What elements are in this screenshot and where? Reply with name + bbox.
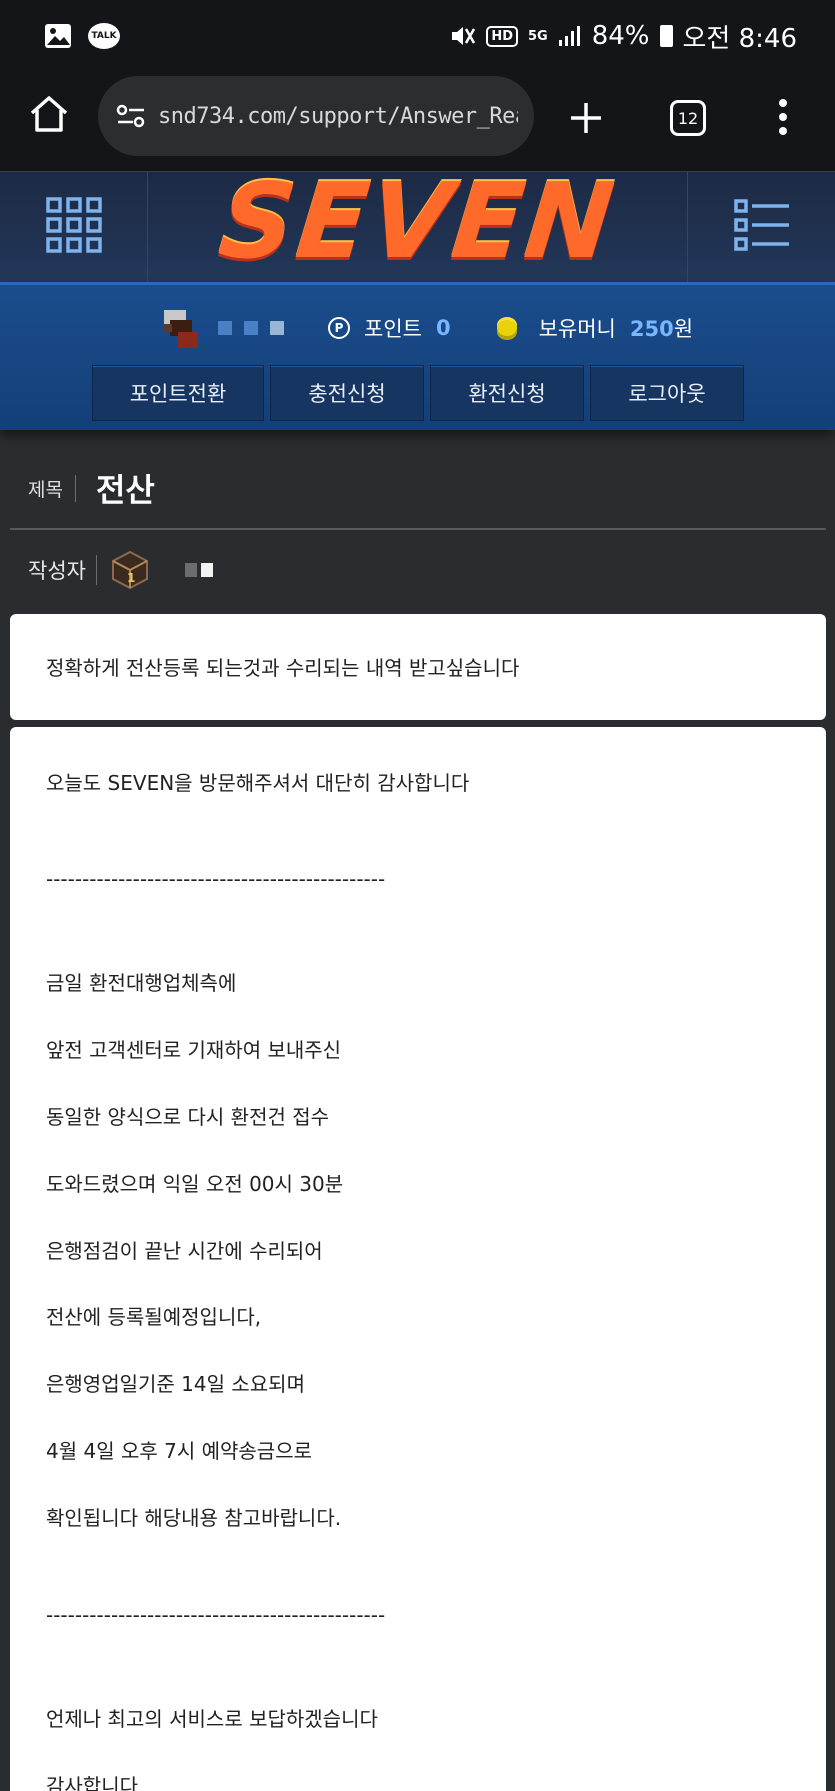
author-avatar: 1 bbox=[109, 549, 151, 591]
coin-icon bbox=[496, 320, 517, 336]
user-summary: P 포인트 0 보유머니 250원 bbox=[160, 303, 693, 353]
address-bar[interactable]: snd734.com/support/Answer_Read bbox=[98, 76, 534, 156]
point-value: 0 bbox=[435, 316, 451, 340]
home-icon[interactable] bbox=[28, 94, 70, 134]
signal-icon bbox=[558, 25, 582, 47]
author-name-masked bbox=[184, 563, 213, 577]
network-type: 5G bbox=[527, 28, 548, 44]
url-text: snd734.com/support/Answer_Read bbox=[158, 103, 518, 129]
grid-menu-icon bbox=[45, 196, 103, 258]
charge-request-button[interactable]: 충전신청 bbox=[270, 365, 424, 421]
tab-switcher-button[interactable]: 12 bbox=[670, 100, 706, 136]
mute-icon bbox=[450, 24, 476, 48]
kakaotalk-icon: TALK bbox=[88, 23, 120, 49]
post-author-row: 작성자 1 bbox=[10, 535, 826, 605]
user-actions: 포인트전환 충전신청 환전신청 로그아웃 bbox=[92, 365, 744, 421]
list-menu-icon bbox=[733, 198, 791, 256]
answer-line: 4월 4일 오후 7시 예약송금으로 bbox=[46, 1439, 313, 1463]
battery-percent: 84% bbox=[591, 21, 650, 51]
post-title: 전산 bbox=[95, 471, 155, 509]
money-label: 보유머니 bbox=[538, 317, 616, 341]
money-value: 250 bbox=[629, 317, 674, 341]
answer-line: 앞전 고객센터로 기재하여 보내주신 bbox=[46, 1038, 342, 1062]
side-menu-button[interactable] bbox=[687, 172, 835, 282]
svg-text:1: 1 bbox=[127, 571, 135, 585]
more-menu-icon[interactable] bbox=[778, 98, 788, 136]
answer-box: 오늘도 SEVEN을 방문해주셔서 대단히 감사합니다 ------------… bbox=[10, 727, 826, 1791]
exchange-request-button[interactable]: 환전신청 bbox=[430, 365, 584, 421]
answer-divider: ----------------------------------------… bbox=[46, 1603, 386, 1627]
question-text: 정확하게 전산등록 되는것과 수리되는 내역 받고싶습니다 bbox=[46, 656, 520, 680]
user-avatar bbox=[160, 306, 204, 350]
point-icon: P bbox=[328, 317, 350, 339]
answer-line: 은행점검이 끝난 시간에 수리되어 bbox=[46, 1239, 323, 1263]
question-box: 정확하게 전산등록 되는것과 수리되는 내역 받고싶습니다 bbox=[10, 614, 826, 720]
answer-line: 전산에 등록될예정입니다, bbox=[46, 1305, 262, 1329]
title-label: 제목 bbox=[28, 474, 76, 502]
category-grid-button[interactable] bbox=[0, 172, 148, 282]
site-header: SEVEN bbox=[0, 160, 835, 282]
answer-line: 감사합니다 bbox=[46, 1774, 138, 1791]
answer-line: 오늘도 SEVEN을 방문해주셔서 대단히 감사합니다 bbox=[46, 771, 470, 795]
status-bar: TALK HD 5G 84% 오전 8:46 bbox=[0, 0, 835, 72]
answer-line: 금일 환전대행업체측에 bbox=[46, 971, 237, 995]
post-title-row: 제목 전산 bbox=[10, 448, 826, 530]
point-label: 포인트 bbox=[364, 317, 422, 341]
answer-line: 언제나 최고의 서비스로 보답하겠습니다 bbox=[46, 1707, 378, 1731]
new-tab-icon[interactable] bbox=[568, 100, 604, 136]
point-convert-button[interactable]: 포인트전환 bbox=[92, 365, 264, 421]
answer-line: 도와드렸으며 익일 오전 00시 30분 bbox=[46, 1172, 344, 1196]
user-panel: P 포인트 0 보유머니 250원 포인트전환 충전신청 환전신청 로그아웃 bbox=[0, 282, 835, 430]
money-unit: 원 bbox=[673, 317, 694, 341]
answer-divider: ----------------------------------------… bbox=[46, 867, 386, 891]
site-logo[interactable]: SEVEN bbox=[142, 160, 694, 282]
gallery-icon bbox=[44, 23, 72, 49]
username-masked bbox=[218, 321, 284, 335]
answer-line: 동일한 양식으로 다시 환전건 접수 bbox=[46, 1105, 330, 1129]
money-amount: 250원 bbox=[630, 313, 693, 343]
answer-line: 확인됩니다 해당내용 참고바랍니다. bbox=[46, 1506, 342, 1530]
browser-toolbar: snd734.com/support/Answer_Read 12 bbox=[0, 72, 835, 172]
hd-voice-icon: HD bbox=[486, 25, 518, 47]
battery-icon bbox=[659, 25, 673, 47]
answer-line: 은행영업일기준 14일 소요되며 bbox=[46, 1372, 305, 1396]
site-settings-icon[interactable] bbox=[116, 104, 146, 128]
author-label: 작성자 bbox=[28, 555, 97, 585]
logout-button[interactable]: 로그아웃 bbox=[590, 365, 744, 421]
clock: 오전 8:46 bbox=[682, 23, 798, 54]
